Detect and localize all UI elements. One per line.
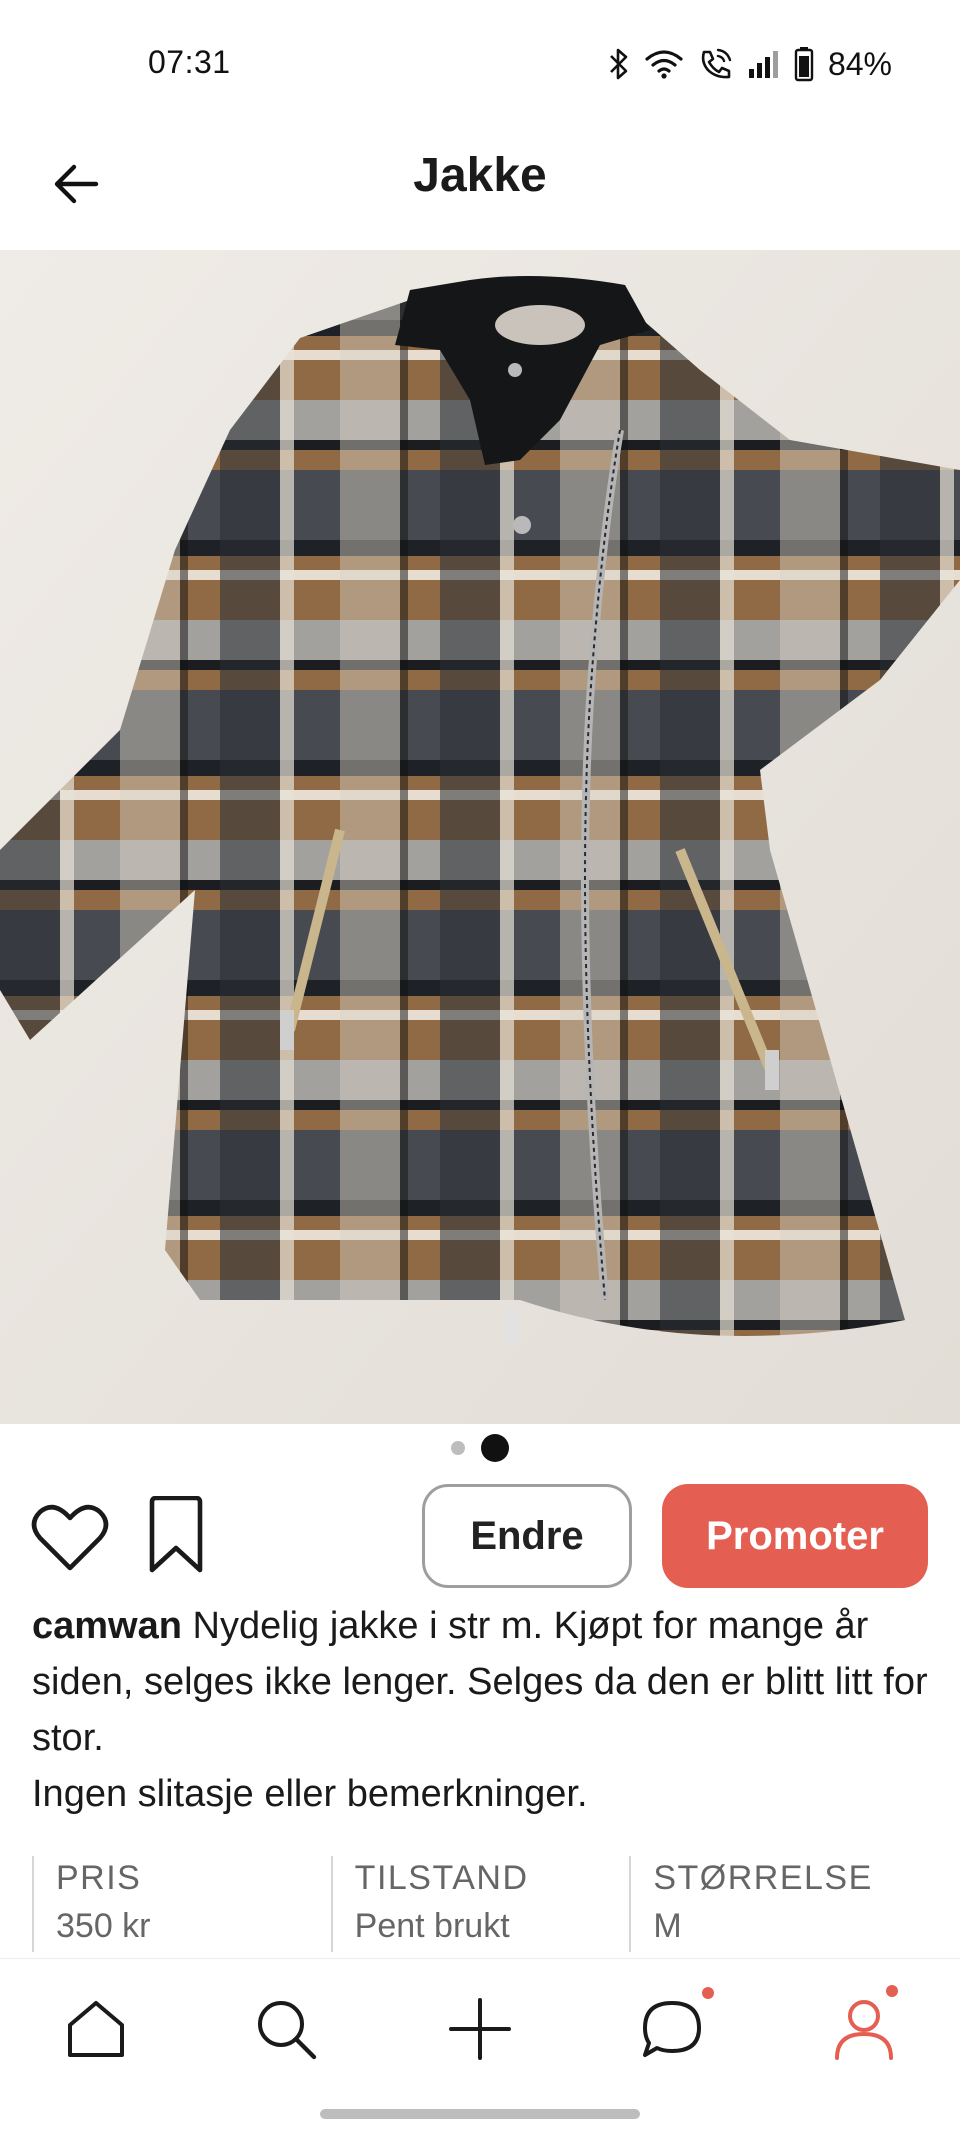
image-pager — [0, 1434, 960, 1462]
search-icon — [258, 2001, 317, 2060]
action-row: Endre Promoter — [0, 1480, 960, 1590]
status-bar: 07:31 84% — [0, 0, 960, 130]
nav-create[interactable] — [440, 1989, 520, 2069]
attribute-value: M — [653, 1907, 682, 1945]
save-button[interactable] — [140, 1495, 212, 1576]
bookmark-outline-icon — [149, 1495, 203, 1573]
pager-dot-active[interactable] — [481, 1434, 509, 1462]
description-line-2: Ingen slitasje eller bemerkninger. — [32, 1773, 588, 1815]
jacket-photo — [0, 250, 960, 1424]
attribute-value: 350 kr — [56, 1907, 151, 1945]
bluetooth-icon — [610, 48, 628, 80]
header: Jakke — [0, 130, 960, 250]
battery-icon — [794, 47, 814, 82]
notification-dot — [702, 1987, 714, 1999]
page-title: Jakke — [413, 149, 547, 202]
attribute-label: PRIS — [56, 1859, 142, 1897]
promote-button[interactable]: Promoter — [662, 1484, 928, 1588]
chat-icon — [643, 2001, 701, 2057]
wifi-calling-icon — [701, 48, 732, 79]
nav-home[interactable] — [56, 1989, 136, 2069]
attribute-price: PRIS 350 kr — [32, 1856, 331, 1952]
battery-percent: 84% — [827, 45, 892, 82]
listing-attributes: PRIS 350 kr TILSTAND Pent brukt STØRRELS… — [32, 1856, 928, 1952]
notification-dot — [886, 1985, 898, 1997]
status-time: 07:31 — [148, 44, 231, 80]
status-icons: 84% — [608, 44, 892, 84]
post-description: camwan Nydelig jakke i str m. Kjøpt for … — [32, 1598, 932, 1822]
plus-icon — [449, 1998, 511, 2060]
bottom-nav — [0, 1958, 960, 2133]
attribute-label: STØRRELSE — [653, 1859, 873, 1897]
edit-button[interactable]: Endre — [422, 1484, 632, 1588]
nav-search[interactable] — [246, 1989, 326, 2069]
home-icon — [68, 2001, 124, 2057]
attribute-label: TILSTAND — [354, 1859, 529, 1897]
username[interactable]: camwan — [32, 1605, 182, 1647]
attribute-size: STØRRELSE M — [629, 1856, 928, 1952]
nav-messages[interactable] — [632, 1987, 714, 2069]
attribute-condition: TILSTAND Pent brukt — [330, 1856, 630, 1952]
product-photo[interactable] — [0, 250, 960, 1424]
like-button[interactable] — [30, 1500, 110, 1574]
profile-icon — [835, 2000, 893, 2060]
attribute-value: Pent brukt — [354, 1907, 510, 1945]
pager-dot[interactable] — [451, 1441, 465, 1455]
heart-outline-icon — [31, 1504, 109, 1571]
nav-profile[interactable] — [824, 1985, 904, 2069]
home-indicator[interactable] — [320, 2109, 640, 2119]
signal-icon — [748, 51, 778, 78]
wifi-icon — [645, 50, 683, 79]
